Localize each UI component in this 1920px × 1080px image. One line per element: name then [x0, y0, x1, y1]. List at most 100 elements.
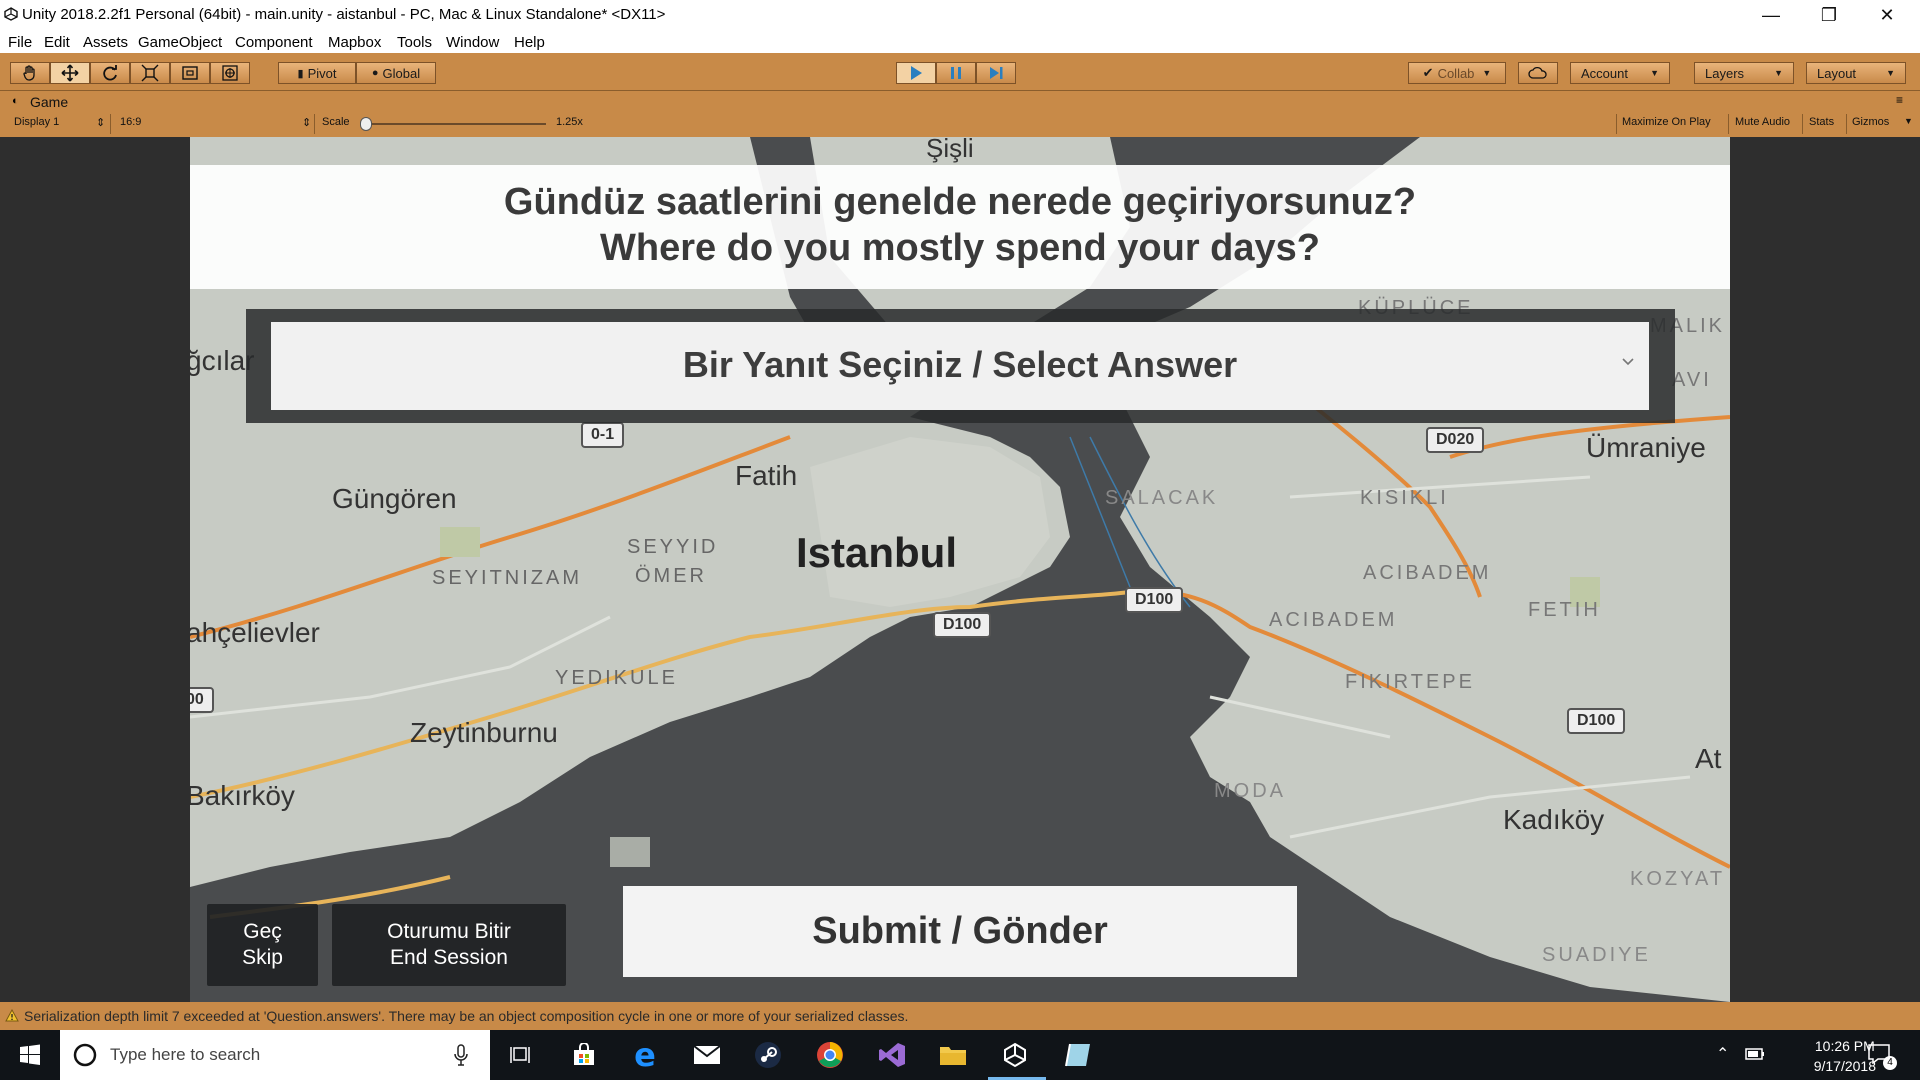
display-dropdown[interactable]: Display 1 [14, 116, 59, 128]
chevron-updown-icon: ⇕ [96, 117, 106, 129]
unity-app-button[interactable] [1000, 1040, 1030, 1070]
pivot-toggle[interactable]: ▮ Pivot [278, 62, 356, 84]
play-icon [911, 66, 922, 80]
scale-slider-track[interactable] [362, 123, 546, 125]
mail-icon [693, 1045, 721, 1064]
maximize-on-play-toggle[interactable]: Maximize On Play [1622, 116, 1711, 128]
visual-studio-app-button[interactable] [877, 1040, 907, 1070]
steam-app-button[interactable] [753, 1040, 783, 1070]
menu-edit[interactable]: Edit [44, 34, 70, 51]
move-icon [61, 64, 79, 82]
step-button[interactable] [976, 62, 1016, 84]
scale-slider-thumb[interactable] [360, 117, 372, 131]
road-shield: 0-1 [581, 422, 625, 448]
menu-window[interactable]: Window [446, 34, 499, 51]
road-shield: D020 [1426, 427, 1485, 453]
answer-dropdown[interactable]: Bir Yanıt Seçiniz / Select Answer [271, 322, 1649, 410]
microphone-icon[interactable] [454, 1044, 468, 1066]
clock-time: 10:26 PM [1814, 1038, 1875, 1054]
menu-gameobject[interactable]: GameObject [138, 34, 222, 51]
map-label: ACIBADEM [1363, 562, 1492, 584]
tab-menu-icon[interactable]: ≡ [1896, 93, 1903, 107]
console-message: Serialization depth limit 7 exceeded at … [24, 1008, 909, 1024]
map-label: ahçelievler [190, 617, 320, 648]
visual-studio-icon [879, 1043, 905, 1067]
skip-label-en: Skip [242, 946, 283, 969]
battery-icon[interactable] [1745, 1047, 1765, 1061]
pause-button[interactable] [936, 62, 976, 84]
map-label: Kadıköy [1503, 804, 1605, 835]
mail-app-button[interactable] [692, 1040, 722, 1070]
map-label: MODA [1214, 780, 1286, 802]
divider [1728, 114, 1729, 134]
layout-dropdown[interactable]: Layout ▼ [1806, 62, 1906, 84]
divider [110, 114, 111, 134]
end-session-label-tr: Oturumu Bitir [387, 920, 511, 943]
scale-value: 1.25x [556, 116, 583, 128]
submit-button[interactable]: Submit / Gönder [623, 886, 1297, 977]
map-label: SEYITNIZAM [432, 567, 583, 589]
close-button[interactable]: ✕ [1858, 0, 1916, 31]
global-toggle[interactable]: ● Global [356, 62, 436, 84]
chevron-updown-icon: ⇕ [302, 117, 312, 129]
map-label: KOZYAT [1630, 868, 1726, 890]
aspect-dropdown[interactable]: 16:9 [120, 116, 141, 128]
minimize-button[interactable]: — [1742, 0, 1800, 31]
collab-dropdown[interactable]: ✔ Collab ▼ [1408, 62, 1506, 84]
chevron-up-icon[interactable]: ⌃ [1716, 1044, 1729, 1064]
chevron-down-icon: ▼ [1650, 68, 1659, 78]
hand-tool-button[interactable] [10, 62, 50, 84]
store-icon [574, 1043, 594, 1065]
maximize-button[interactable]: ❐ [1800, 0, 1858, 31]
chrome-app-button[interactable] [815, 1040, 845, 1070]
layers-dropdown[interactable]: Layers ▼ [1694, 62, 1794, 84]
game-view-toolbar: Display 1 ⇕ 16:9 ⇕ Scale 1.25x Maximize … [0, 111, 1920, 138]
pivot-label: Pivot [307, 65, 337, 81]
menu-component[interactable]: Component [235, 34, 313, 51]
app-icon [1065, 1043, 1090, 1067]
end-session-button[interactable]: Oturumu Bitir End Session [332, 904, 566, 986]
gizmos-dropdown[interactable]: Gizmos [1852, 116, 1889, 128]
rotate-tool-button[interactable] [90, 62, 130, 84]
notification-count-badge: 4 [1883, 1056, 1897, 1070]
transform-tool-button[interactable] [210, 62, 250, 84]
map-label: ACIBADEM [1269, 609, 1398, 631]
start-button[interactable] [15, 1040, 45, 1070]
cloud-button[interactable] [1518, 62, 1558, 84]
console-status-bar[interactable]: Serialization depth limit 7 exceeded at … [0, 1002, 1920, 1030]
rect-tool-button[interactable] [170, 62, 210, 84]
menu-file[interactable]: File [8, 34, 32, 51]
system-clock[interactable]: 10:26 PM 9/17/2018 [1814, 1036, 1876, 1076]
move-tool-button[interactable] [50, 62, 90, 84]
map-label: Istanbul [796, 529, 958, 576]
chevron-down-icon: ▼ [1886, 68, 1895, 78]
menu-tools[interactable]: Tools [397, 34, 432, 51]
skip-button[interactable]: Geç Skip [207, 904, 318, 986]
stats-toggle[interactable]: Stats [1809, 116, 1834, 128]
mute-audio-toggle[interactable]: Mute Audio [1735, 116, 1790, 128]
game-tab-label[interactable]: Game [30, 94, 68, 110]
app-button[interactable] [1063, 1040, 1093, 1070]
rect-icon [182, 66, 198, 80]
map-label: Bakırköy [190, 780, 295, 811]
play-button[interactable] [896, 62, 936, 84]
taskbar-search-input[interactable]: Type here to search [110, 1045, 260, 1065]
edge-app-button[interactable]: e [630, 1036, 660, 1074]
menu-help[interactable]: Help [514, 34, 545, 51]
question-text-en: Where do you mostly spend your days? [599, 227, 1320, 269]
transform-icon [222, 65, 238, 81]
store-app-button[interactable] [569, 1040, 599, 1070]
file-explorer-app-button[interactable] [938, 1040, 968, 1070]
map-label: Fatih [735, 460, 798, 491]
map-label: SUADIYE [1542, 944, 1651, 966]
account-dropdown[interactable]: Account ▼ [1570, 62, 1670, 84]
menu-mapbox[interactable]: Mapbox [328, 34, 381, 51]
map-label: Güngören [332, 483, 457, 514]
menu-assets[interactable]: Assets [83, 34, 128, 51]
main-toolbar: ▮ Pivot ● Global ✔ Collab ▼ Account ▼ La… [0, 53, 1920, 91]
warning-icon [5, 1009, 19, 1022]
scale-tool-button[interactable] [130, 62, 170, 84]
taskbar-search-box[interactable]: Type here to search [60, 1030, 490, 1080]
task-view-button[interactable] [505, 1040, 535, 1070]
pause-icon [951, 67, 961, 79]
